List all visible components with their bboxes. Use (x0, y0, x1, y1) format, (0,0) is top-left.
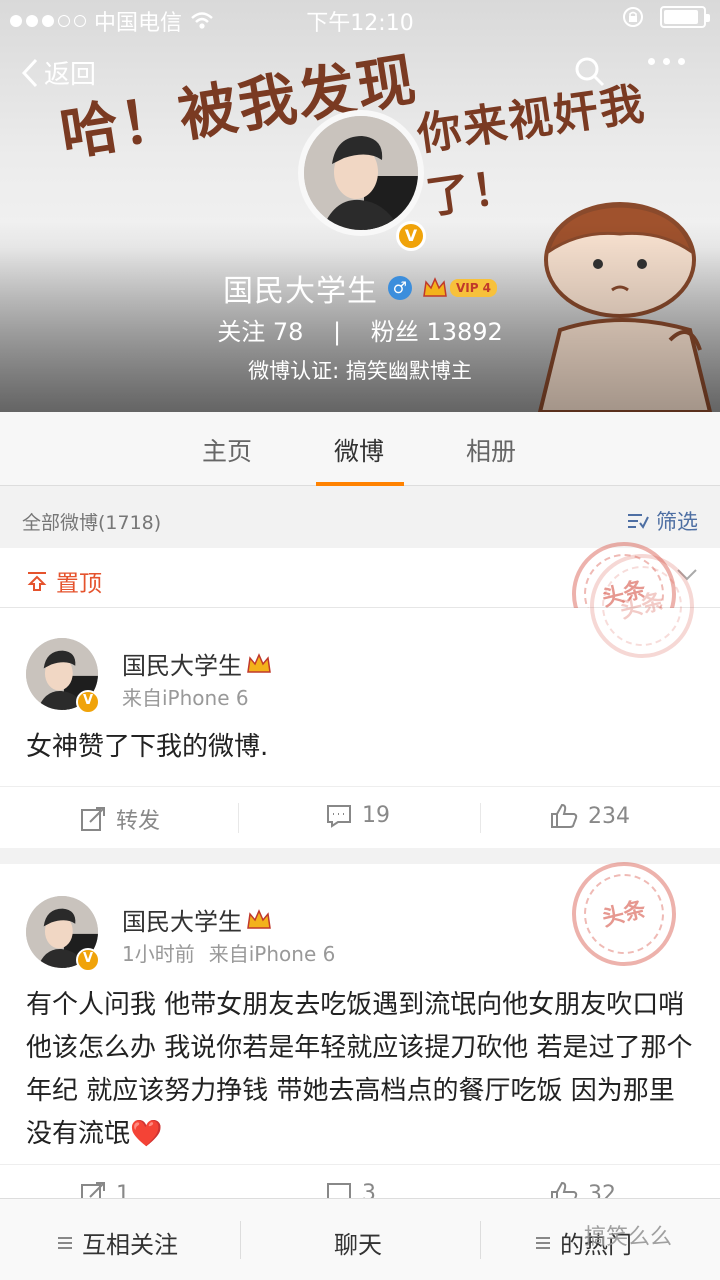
post-source: 来自iPhone 6 (122, 686, 249, 710)
repost-button[interactable]: 转发 (80, 803, 160, 835)
repost-label: 转发 (116, 809, 161, 834)
verification-text: 微博认证: 搞笑幽默博主 (248, 359, 472, 383)
stats-divider: | (333, 318, 342, 346)
post-author-row[interactable]: 国民大学生 (122, 902, 272, 937)
toolbar-divider (240, 1221, 241, 1259)
post-author: 国民大学生 (122, 652, 242, 680)
filter-row: 全部微博(1718) 筛选 (0, 494, 720, 546)
watermark: 搞笑么么 (584, 1225, 673, 1250)
status-bar: 中国电信 下午12:10 (0, 0, 720, 36)
verified-badge-icon: V (396, 221, 426, 251)
action-divider (238, 803, 239, 833)
follow-each-other-button[interactable]: 互相关注 (58, 1225, 178, 1260)
menu-icon (58, 1236, 72, 1249)
crown-icon (423, 277, 447, 297)
vip-level: VIP 4 (449, 279, 498, 297)
post-card[interactable]: V 国民大学生 来自iPhone 6 头条 女神赞了下我的微博. 转发 19 2… (0, 542, 720, 848)
search-icon[interactable] (574, 56, 606, 88)
tab-album[interactable]: 相册 (466, 432, 516, 468)
profile-tabs: 主页 微博 相册 (0, 412, 720, 486)
profile-banner: 哈！被我发现 你来视奸我了！ 中国电信 下午12:10 返回 V 国民大学生 ♂… (0, 0, 720, 412)
post-text: 有个人问我 他带女朋友去吃饭遇到流氓向他女朋友吹口哨他该怎么办 我说你若是年轻就… (26, 990, 693, 1149)
followers-count: 13892 (426, 318, 503, 346)
chat-button[interactable]: 聊天 (334, 1225, 382, 1260)
headline-stamp: 头条 (560, 850, 688, 978)
post-card[interactable]: V 国民大学生 1小时前 来自iPhone 6 头条 有个人问我 他带女朋友去吃饭… (0, 850, 720, 1207)
follow-each-other-label: 互相关注 (82, 1231, 178, 1259)
pin-top-icon (27, 572, 47, 591)
filter-button[interactable]: 筛选 (626, 506, 698, 536)
tab-home[interactable]: 主页 (202, 432, 252, 468)
menu-icon (536, 1236, 550, 1249)
followers-stat[interactable]: 粉丝 13892 (371, 318, 503, 346)
tab-weibo[interactable]: 微博 (334, 432, 384, 468)
post-meta: 1小时前 来自iPhone 6 (122, 938, 335, 967)
back-button[interactable]: 返回 (20, 54, 96, 91)
rotation-lock-icon (623, 7, 643, 27)
pinned-label: 置顶 (56, 571, 102, 597)
following-label: 关注 (217, 318, 266, 346)
post-time: 1小时前 (122, 942, 195, 966)
chat-label: 聊天 (334, 1231, 382, 1259)
vip-badge[interactable]: VIP 4 (422, 276, 498, 300)
filter-icon (628, 514, 649, 529)
comment-count: 19 (362, 803, 390, 828)
post-author-row[interactable]: 国民大学生 (122, 646, 272, 681)
all-posts-count: 全部微博(1718) (22, 512, 162, 534)
thumbs-up-icon (551, 803, 578, 828)
verified-badge-icon: V (76, 690, 100, 714)
post-author: 国民大学生 (122, 908, 242, 936)
following-stat[interactable]: 关注 78 (217, 318, 311, 346)
comment-button[interactable]: 19 (326, 803, 390, 828)
following-count: 78 (272, 318, 304, 346)
like-button[interactable]: 234 (550, 803, 630, 829)
verified-badge-icon: V (76, 948, 100, 972)
clock: 下午12:10 (306, 11, 414, 36)
comment-icon (327, 804, 351, 828)
back-label: 返回 (44, 60, 97, 90)
chevron-left-icon (21, 58, 38, 87)
post-text: 女神赞了下我的微博. (26, 732, 269, 762)
toolbar-divider (480, 1221, 481, 1259)
post-source: 来自iPhone 6 (208, 942, 336, 966)
followers-label: 粉丝 (370, 318, 419, 346)
post-actions: 转发 19 234 (0, 786, 720, 848)
profile-stats: 关注 78 | 粉丝 13892 (0, 312, 720, 347)
post-meta: 来自iPhone 6 (122, 682, 249, 711)
bottom-toolbar: 互相关注 聊天 的热门 搞笑么么 (0, 1198, 720, 1280)
male-icon: ♂ (387, 276, 412, 300)
more-icon[interactable] (648, 58, 685, 65)
repost-icon (81, 807, 105, 831)
crown-icon (247, 652, 271, 673)
filter-label: 筛选 (656, 510, 698, 534)
crown-icon (247, 908, 271, 929)
action-divider (480, 803, 481, 833)
profile-name: 国民大学生 (222, 274, 378, 309)
active-tab-indicator (316, 482, 404, 486)
like-count: 234 (588, 803, 630, 829)
profile-avatar[interactable] (298, 110, 424, 236)
battery-icon (660, 6, 710, 28)
